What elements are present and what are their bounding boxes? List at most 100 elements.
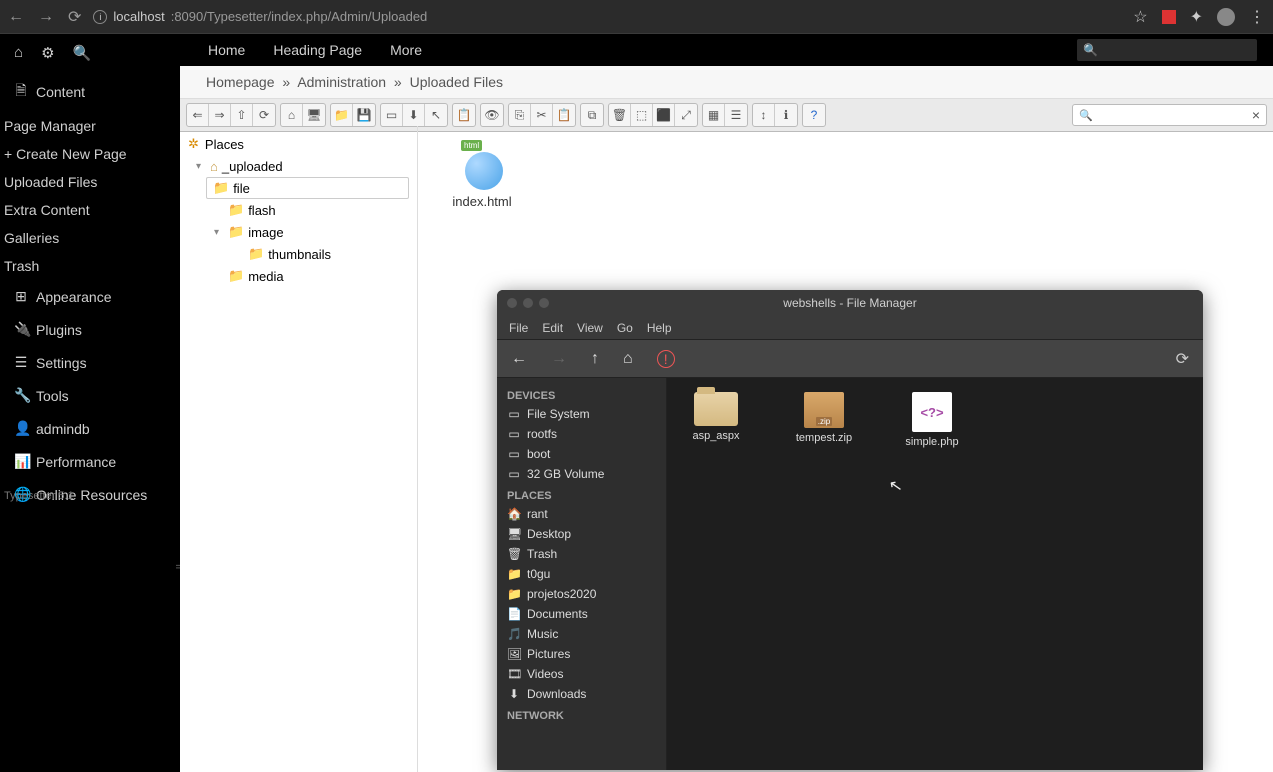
toolbar-search[interactable]: 🔍 × [1072, 104, 1267, 126]
menu-item[interactable]: Help [647, 321, 672, 335]
menu-item[interactable]: Go [617, 321, 633, 335]
os-titlebar[interactable]: webshells - File Manager [497, 290, 1203, 316]
sidebar-item[interactable]: + Create New Page [0, 140, 180, 168]
extension-icon[interactable] [1162, 10, 1176, 24]
bookmark-icon[interactable]: ☆ [1133, 7, 1147, 27]
tb-thumb-icon[interactable]: ▦ [703, 104, 725, 126]
tb-select-icon[interactable]: ⬚ [631, 104, 653, 126]
tb-save-icon[interactable]: 💾 [353, 104, 375, 126]
place-item[interactable]: 🖼Pictures [497, 644, 666, 664]
collapse-icon[interactable]: ▾ [196, 161, 206, 172]
sidebar-item[interactable]: ☰Settings [0, 346, 180, 379]
nav-home-icon[interactable]: ⌂ [623, 350, 633, 368]
os-file-item[interactable]: .ziptempest.zip [789, 392, 859, 444]
os-file-manager-window[interactable]: webshells - File Manager File Edit View Go H… [497, 290, 1203, 770]
tb-back-icon[interactable]: ⇐ [187, 104, 209, 126]
back-icon[interactable]: ← [8, 8, 24, 26]
tb-delete-icon[interactable]: 🗑 [609, 104, 631, 126]
nav-up-icon[interactable]: ↑ [591, 350, 599, 368]
sidebar-item[interactable]: 🔧Tools [0, 379, 180, 412]
sidebar-item[interactable]: Trash [0, 252, 180, 280]
tb-newfolder-icon[interactable]: 📁 [331, 104, 353, 126]
tree-item-file[interactable]: 📁file [206, 177, 409, 199]
menu-item[interactable]: File [509, 321, 528, 335]
nav-forward-icon[interactable]: → [551, 350, 567, 368]
tb-download-icon[interactable]: ⬇ [403, 104, 425, 126]
place-item[interactable]: 🗑Trash [497, 544, 666, 564]
collapse-icon[interactable]: ▾ [214, 227, 224, 238]
extensions-icon[interactable]: ✦ [1190, 7, 1203, 27]
sidebar-item[interactable]: Page Manager [0, 112, 180, 140]
tb-preview-icon[interactable]: 👁 [481, 104, 503, 126]
tb-copy-icon[interactable]: ⎘ [509, 104, 531, 126]
sidebar-item[interactable]: Extra Content [0, 196, 180, 224]
device-item[interactable]: ▭boot [497, 444, 666, 464]
alert-icon[interactable]: ! [657, 350, 675, 368]
place-item[interactable]: ⬇Downloads [497, 684, 666, 704]
tb-refresh-icon[interactable]: ⟳ [253, 104, 275, 126]
device-item[interactable]: ▭File System [497, 404, 666, 424]
tb-list-icon[interactable]: ☰ [725, 104, 747, 126]
clear-icon[interactable]: × [1252, 107, 1260, 123]
tb-resize-icon[interactable]: ⤢ [675, 104, 697, 126]
tb-clipboard-icon[interactable]: 📋 [453, 104, 475, 126]
tb-home-icon[interactable]: ⌂ [281, 104, 303, 126]
places-gear-icon[interactable]: ✲ [188, 136, 199, 152]
forward-icon[interactable]: → [38, 8, 54, 26]
gear-icon[interactable]: ⚙ [41, 44, 54, 62]
place-item[interactable]: 📁projetos2020 [497, 584, 666, 604]
menu-icon[interactable]: ⋮ [1249, 7, 1265, 27]
tb-cursor-icon[interactable]: ↖ [425, 104, 447, 126]
tb-info-icon[interactable]: ℹ [775, 104, 797, 126]
file-item[interactable]: html index.html [442, 142, 522, 209]
tb-open-icon[interactable]: ▭ [381, 104, 403, 126]
os-file-item[interactable]: <?>simple.php [897, 392, 967, 448]
place-item[interactable]: 📄Documents [497, 604, 666, 624]
section-content[interactable]: 🗎 Content [0, 72, 180, 112]
sidebar-item[interactable]: 📊Performance [0, 445, 180, 478]
toolbar-search-input[interactable] [1097, 108, 1252, 122]
os-file-grid[interactable]: asp_aspx.ziptempest.zip<?>simple.php↖ [667, 378, 1203, 770]
topnav-link[interactable]: More [390, 42, 422, 58]
reload-icon[interactable]: ⟳ [68, 7, 81, 27]
topnav-link[interactable]: Home [208, 42, 245, 58]
topnav-link[interactable]: Heading Page [273, 42, 362, 58]
device-item[interactable]: ▭32 GB Volume [497, 464, 666, 484]
os-file-item[interactable]: asp_aspx [681, 392, 751, 442]
menu-item[interactable]: Edit [542, 321, 563, 335]
nav-back-icon[interactable]: ← [511, 350, 527, 368]
tree-item-flash[interactable]: 📁flash [206, 199, 409, 221]
place-item[interactable]: 🎵Music [497, 624, 666, 644]
top-search[interactable]: 🔍 [1077, 39, 1257, 61]
sidebar-item[interactable]: 🔌Plugins [0, 313, 180, 346]
tb-sort-icon[interactable]: ↕ [753, 104, 775, 126]
search-icon[interactable]: 🔍 [73, 44, 92, 62]
profile-icon[interactable] [1217, 8, 1235, 26]
tb-crop-icon[interactable]: ⬛ [653, 104, 675, 126]
place-item[interactable]: 🏠rant [497, 504, 666, 524]
tb-duplicate-icon[interactable]: ⧉ [581, 104, 603, 126]
url-bar[interactable]: i localhost:8090/Typesetter/index.php/Ad… [93, 9, 427, 24]
tb-fwd-icon[interactable]: ⇒ [209, 104, 231, 126]
tb-desktop-icon[interactable]: 🖥 [303, 104, 325, 126]
tree-item-media[interactable]: 📁media [206, 265, 409, 287]
info-icon[interactable]: i [93, 10, 107, 24]
tb-cut-icon[interactable]: ✂ [531, 104, 553, 126]
tb-help-icon[interactable]: ? [803, 104, 825, 126]
place-item[interactable]: 🖥Desktop [497, 524, 666, 544]
sidebar-item[interactable]: 👤admindb [0, 412, 180, 445]
device-item[interactable]: ▭rootfs [497, 424, 666, 444]
sidebar-item[interactable]: ⊞Appearance [0, 280, 180, 313]
sidebar-item[interactable]: Galleries [0, 224, 180, 252]
breadcrumb-admin[interactable]: Administration [297, 74, 386, 90]
menu-item[interactable]: View [577, 321, 603, 335]
tree-root[interactable]: ▾⌂_uploaded [188, 156, 409, 177]
place-item[interactable]: 📁t0gu [497, 564, 666, 584]
nav-reload-icon[interactable]: ⟳ [1176, 349, 1189, 369]
breadcrumb-home[interactable]: Homepage [206, 74, 275, 90]
tb-paste-icon[interactable]: 📋 [553, 104, 575, 126]
tb-up-icon[interactable]: ⇧ [231, 104, 253, 126]
place-item[interactable]: 🎞Videos [497, 664, 666, 684]
tree-item-image[interactable]: ▾📁image [206, 221, 409, 243]
tree-item-thumbnails[interactable]: 📁thumbnails [240, 243, 409, 265]
